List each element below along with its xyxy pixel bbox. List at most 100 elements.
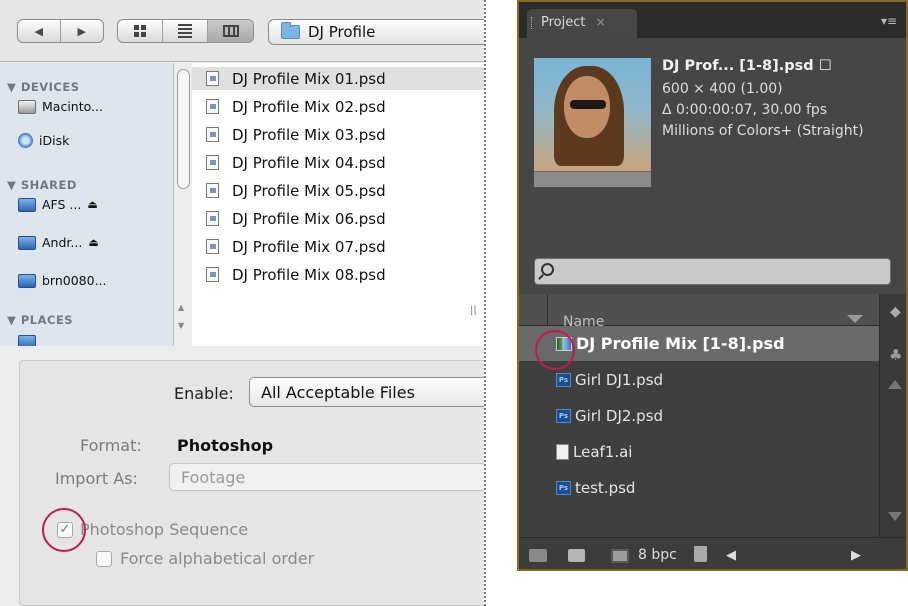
back-forward-control: ◀ ▶ — [17, 19, 104, 43]
file-name: DJ Profile Mix 01.psd — [232, 69, 386, 88]
sort-arrow-icon[interactable] — [847, 315, 863, 323]
footage-thumbnail — [534, 58, 651, 171]
file-row[interactable]: DJ Profile Mix 06.psd — [192, 207, 484, 230]
file-name: DJ Profile Mix 04.psd — [232, 153, 386, 172]
enable-popup[interactable]: All Acceptable Files — [249, 377, 484, 407]
label-tag-icon[interactable]: ◆ — [890, 304, 901, 320]
scroll-up-arrow-icon[interactable] — [888, 380, 902, 389]
column-view-icon — [222, 25, 239, 37]
footage-name: DJ Prof... [1-8].psd ☐ — [662, 58, 832, 74]
column-header-name[interactable]: Name — [519, 294, 879, 330]
icon-view-button[interactable] — [118, 20, 163, 42]
folder-icon — [281, 22, 300, 39]
icon-view-icon — [134, 25, 146, 37]
file-row[interactable]: DJ Profile Mix 03.psd — [192, 123, 484, 146]
sidebar-heading-shared[interactable]: ▼ SHARED — [7, 178, 77, 192]
close-icon[interactable]: × — [596, 15, 606, 29]
flowchart-icon[interactable]: ♣ — [889, 346, 902, 364]
enable-label: Enable: — [174, 384, 234, 403]
highlight-circle — [42, 508, 86, 552]
project-item-row[interactable]: Ps Girl DJ1.psd — [519, 362, 879, 397]
scroll-up-arrow-icon[interactable]: ▲ — [178, 303, 184, 312]
network-computer-icon — [18, 235, 36, 250]
scroll-right-icon[interactable]: ▶ — [851, 548, 861, 563]
file-name: DJ Profile Mix 06.psd — [232, 209, 386, 228]
project-panel: Project × ▾≡ DJ Prof... [1-8].psd ☐ 600 … — [517, 0, 908, 571]
sidebar-item-label: Macinto... — [42, 99, 103, 114]
sidebar-item-idisk[interactable]: iDisk — [18, 133, 69, 148]
sidebar-item-andr[interactable]: Andr... ⏏ — [18, 235, 99, 250]
scroll-down-arrow-icon[interactable] — [888, 512, 902, 521]
item-name: Girl DJ1.psd — [575, 370, 664, 389]
sidebar-item-afs[interactable]: AFS ... ⏏ — [18, 197, 98, 212]
list-view-icon — [178, 24, 192, 38]
list-view-button[interactable] — [163, 20, 208, 42]
file-row[interactable]: DJ Profile Mix 07.psd — [192, 235, 484, 258]
sidebar-heading-devices[interactable]: ▼ DEVICES — [7, 80, 80, 94]
column-resize-handle[interactable]: || — [470, 305, 477, 316]
list-scrollbar[interactable]: ◆ ♣ — [879, 294, 906, 544]
forward-arrow-icon: ▶ — [77, 24, 86, 38]
item-name: DJ Profile Mix [1-8].psd — [576, 334, 785, 353]
file-name: DJ Profile Mix 07.psd — [232, 237, 386, 256]
eject-icon[interactable]: ⏏ — [88, 236, 98, 249]
tab-project[interactable]: Project × — [527, 9, 637, 38]
project-item-row[interactable]: Ps Girl DJ2.psd — [519, 398, 879, 433]
sidebar-item-label: Andr... — [42, 235, 83, 250]
file-name: DJ Profile Mix 05.psd — [232, 181, 386, 200]
new-composition-icon[interactable] — [611, 549, 629, 563]
thumbnail-glasses — [570, 100, 606, 109]
format-value: Photoshop — [177, 436, 274, 455]
file-row[interactable]: DJ Profile Mix 04.psd — [192, 151, 484, 174]
sidebar-scrollbar[interactable]: ▲ ▼ — [173, 63, 192, 346]
file-name: DJ Profile Mix 03.psd — [232, 125, 386, 144]
sidebar-scroll-thumb[interactable] — [177, 69, 190, 189]
panel-tab-bar: Project × ▾≡ — [519, 2, 906, 38]
file-row[interactable]: DJ Profile Mix 08.psd — [192, 263, 484, 286]
footage-colors: Millions of Colors+ (Straight) — [662, 123, 864, 139]
import-as-label: Import As: — [55, 469, 138, 488]
item-name: test.psd — [575, 478, 636, 497]
sidebar-item-brn[interactable]: brn0080... — [18, 273, 107, 288]
interpret-footage-icon[interactable] — [529, 549, 547, 562]
sidebar: ▼ DEVICES Macinto... iDisk ▼ SHARED AFS … — [0, 63, 175, 349]
sidebar-heading-places[interactable]: ▼ PLACES — [7, 313, 73, 327]
file-row[interactable]: DJ Profile Mix 05.psd — [192, 179, 484, 202]
trash-icon[interactable] — [694, 546, 707, 562]
import-as-popup[interactable]: Footage — [169, 463, 484, 491]
network-computer-icon — [18, 197, 36, 212]
path-popup[interactable]: DJ Profile — [268, 19, 484, 45]
project-item-row[interactable]: Ps test.psd — [519, 470, 879, 505]
bit-depth-button[interactable]: 8 bpc — [638, 547, 677, 563]
psd-file-icon — [206, 99, 219, 114]
psd-file-icon — [206, 239, 219, 254]
search-input[interactable] — [534, 258, 891, 285]
file-name: DJ Profile Mix 08.psd — [232, 265, 386, 284]
tab-label: Project — [541, 15, 586, 30]
scroll-left-icon[interactable]: ◀ — [726, 548, 736, 563]
eject-icon[interactable]: ⏏ — [87, 198, 97, 211]
project-item-row[interactable]: Leaf1.ai — [519, 434, 879, 469]
column-view-button[interactable] — [208, 20, 253, 42]
file-row[interactable]: DJ Profile Mix 01.psd — [192, 67, 484, 90]
panel-menu-icon[interactable]: ▾≡ — [881, 14, 897, 28]
file-row[interactable]: DJ Profile Mix 02.psd — [192, 95, 484, 118]
force-alphabetical-label[interactable]: Force alphabetical order — [120, 549, 314, 568]
psd-file-icon — [206, 71, 219, 86]
scroll-down-arrow-icon[interactable]: ▼ — [178, 321, 184, 330]
photoshop-sequence-label[interactable]: Photoshop Sequence — [80, 520, 248, 539]
back-arrow-icon: ◀ — [34, 24, 43, 38]
sidebar-item-macintosh[interactable]: Macinto... — [18, 99, 103, 114]
view-mode-control — [117, 19, 254, 43]
forward-button[interactable]: ▶ — [61, 20, 104, 42]
network-computer-icon — [18, 273, 36, 288]
grip-icon[interactable] — [531, 17, 535, 29]
project-item-list: Name DJ Profile Mix [1-8].psd Ps Girl DJ1.… — [519, 294, 906, 544]
new-folder-icon[interactable] — [568, 549, 585, 562]
illustrator-file-icon — [556, 443, 569, 460]
column-divider — [547, 294, 548, 326]
format-label: Format: — [80, 436, 142, 455]
search-icon — [541, 263, 554, 276]
force-alphabetical-checkbox[interactable] — [96, 551, 112, 567]
back-button[interactable]: ◀ — [18, 20, 61, 42]
